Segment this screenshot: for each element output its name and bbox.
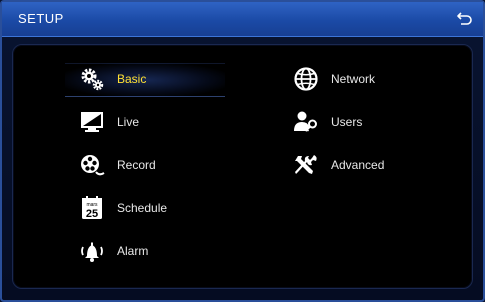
bell-icon [79, 238, 105, 264]
gears-icon [79, 66, 105, 92]
menu-item-record[interactable]: Record [79, 149, 229, 181]
setup-window: SETUP Basic Live Record mars 25 Schedule… [0, 0, 485, 302]
globe-icon [293, 66, 319, 92]
menu-label-alarm: Alarm [117, 244, 149, 258]
menu-label-advanced: Advanced [331, 158, 385, 172]
menu-item-advanced[interactable]: Advanced [293, 149, 443, 181]
calendar-day-text: 25 [86, 208, 98, 220]
users-icon [293, 109, 319, 135]
menu-label-record: Record [117, 158, 156, 172]
window-title: SETUP [18, 11, 64, 26]
menu-item-basic[interactable]: Basic [79, 63, 229, 95]
menu-panel: Basic Live Record mars 25 Schedule Alarm… [12, 44, 473, 289]
monitor-icon [79, 109, 105, 135]
menu-label-basic: Basic [117, 72, 147, 86]
title-bar: SETUP [2, 2, 483, 37]
menu-item-schedule[interactable]: mars 25 Schedule [79, 192, 229, 224]
menu-label-network: Network [331, 72, 376, 86]
tools-icon [293, 152, 319, 178]
menu-label-schedule: Schedule [117, 201, 168, 215]
menu-label-live: Live [117, 115, 140, 129]
menu-item-live[interactable]: Live [79, 106, 229, 138]
menu-item-users[interactable]: Users [293, 106, 443, 138]
menu-item-alarm[interactable]: Alarm [79, 235, 229, 267]
return-icon[interactable] [455, 8, 475, 28]
menu-item-network[interactable]: Network [293, 63, 443, 95]
film-reel-icon [79, 152, 105, 178]
calendar-icon: mars 25 [79, 195, 105, 221]
menu-label-users: Users [331, 115, 363, 129]
